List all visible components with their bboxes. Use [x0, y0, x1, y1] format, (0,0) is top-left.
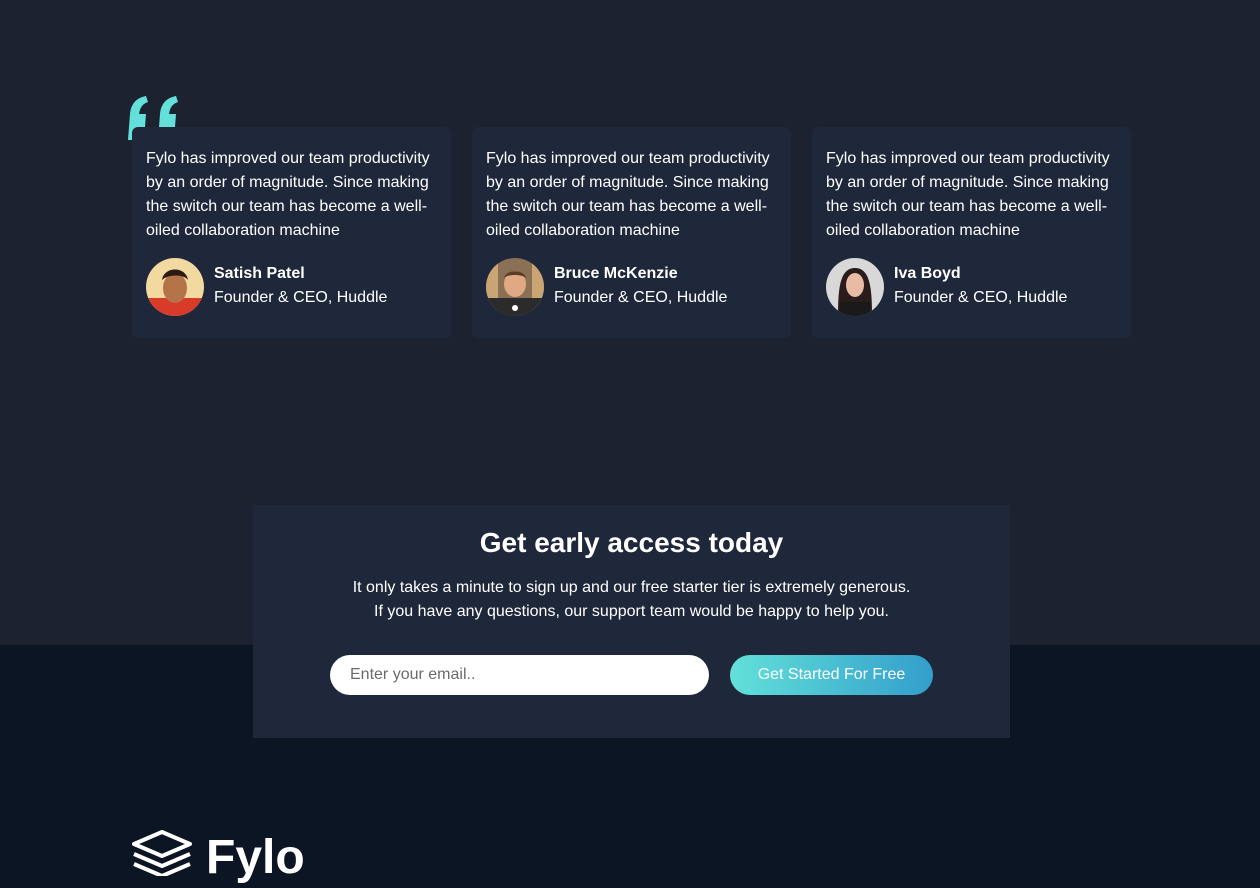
- testimonial-text: Fylo has improved our team productivity …: [826, 150, 1110, 239]
- cta-line-2: If you have any questions, our support t…: [374, 603, 889, 620]
- testimonial-text: Fylo has improved our team productivity …: [146, 150, 430, 239]
- footer-logo[interactable]: Fylo: [132, 830, 305, 888]
- author-name: Iva Boyd: [894, 265, 961, 282]
- get-started-button[interactable]: Get Started For Free: [730, 655, 933, 695]
- email-input[interactable]: [330, 655, 709, 695]
- testimonial-card: Fylo has improved our team productivity …: [472, 127, 791, 338]
- cta-title: Get early access today: [479, 527, 784, 558]
- testimonial-author: Bruce McKenzie Founder & CEO, Huddle: [486, 258, 727, 316]
- avatar: [146, 258, 204, 316]
- author-role: Founder & CEO, Huddle: [554, 289, 728, 306]
- testimonial-text: Fylo has improved our team productivity …: [486, 150, 770, 239]
- avatar: [486, 258, 544, 316]
- author-name: Bruce McKenzie: [554, 265, 678, 282]
- early-access-panel: Get early access today It only takes a m…: [253, 505, 1010, 738]
- testimonial-author: Iva Boyd Founder & CEO, Huddle: [826, 258, 1067, 316]
- author-role: Founder & CEO, Huddle: [214, 289, 388, 306]
- fylo-logo-icon: [132, 830, 192, 876]
- logo-text: Fylo: [206, 831, 305, 884]
- author-name: Satish Patel: [214, 265, 305, 282]
- testimonial-cards: Fylo has improved our team productivity …: [132, 127, 1132, 338]
- testimonial-card: Fylo has improved our team productivity …: [812, 127, 1131, 338]
- cta-description: It only takes a minute to sign up and ou…: [253, 576, 1010, 624]
- avatar: [826, 258, 884, 316]
- testimonial-card: Fylo has improved our team productivity …: [132, 127, 451, 338]
- cta-line-1: It only takes a minute to sign up and ou…: [352, 579, 911, 596]
- author-role: Founder & CEO, Huddle: [894, 289, 1068, 306]
- testimonial-author: Satish Patel Founder & CEO, Huddle: [146, 258, 387, 316]
